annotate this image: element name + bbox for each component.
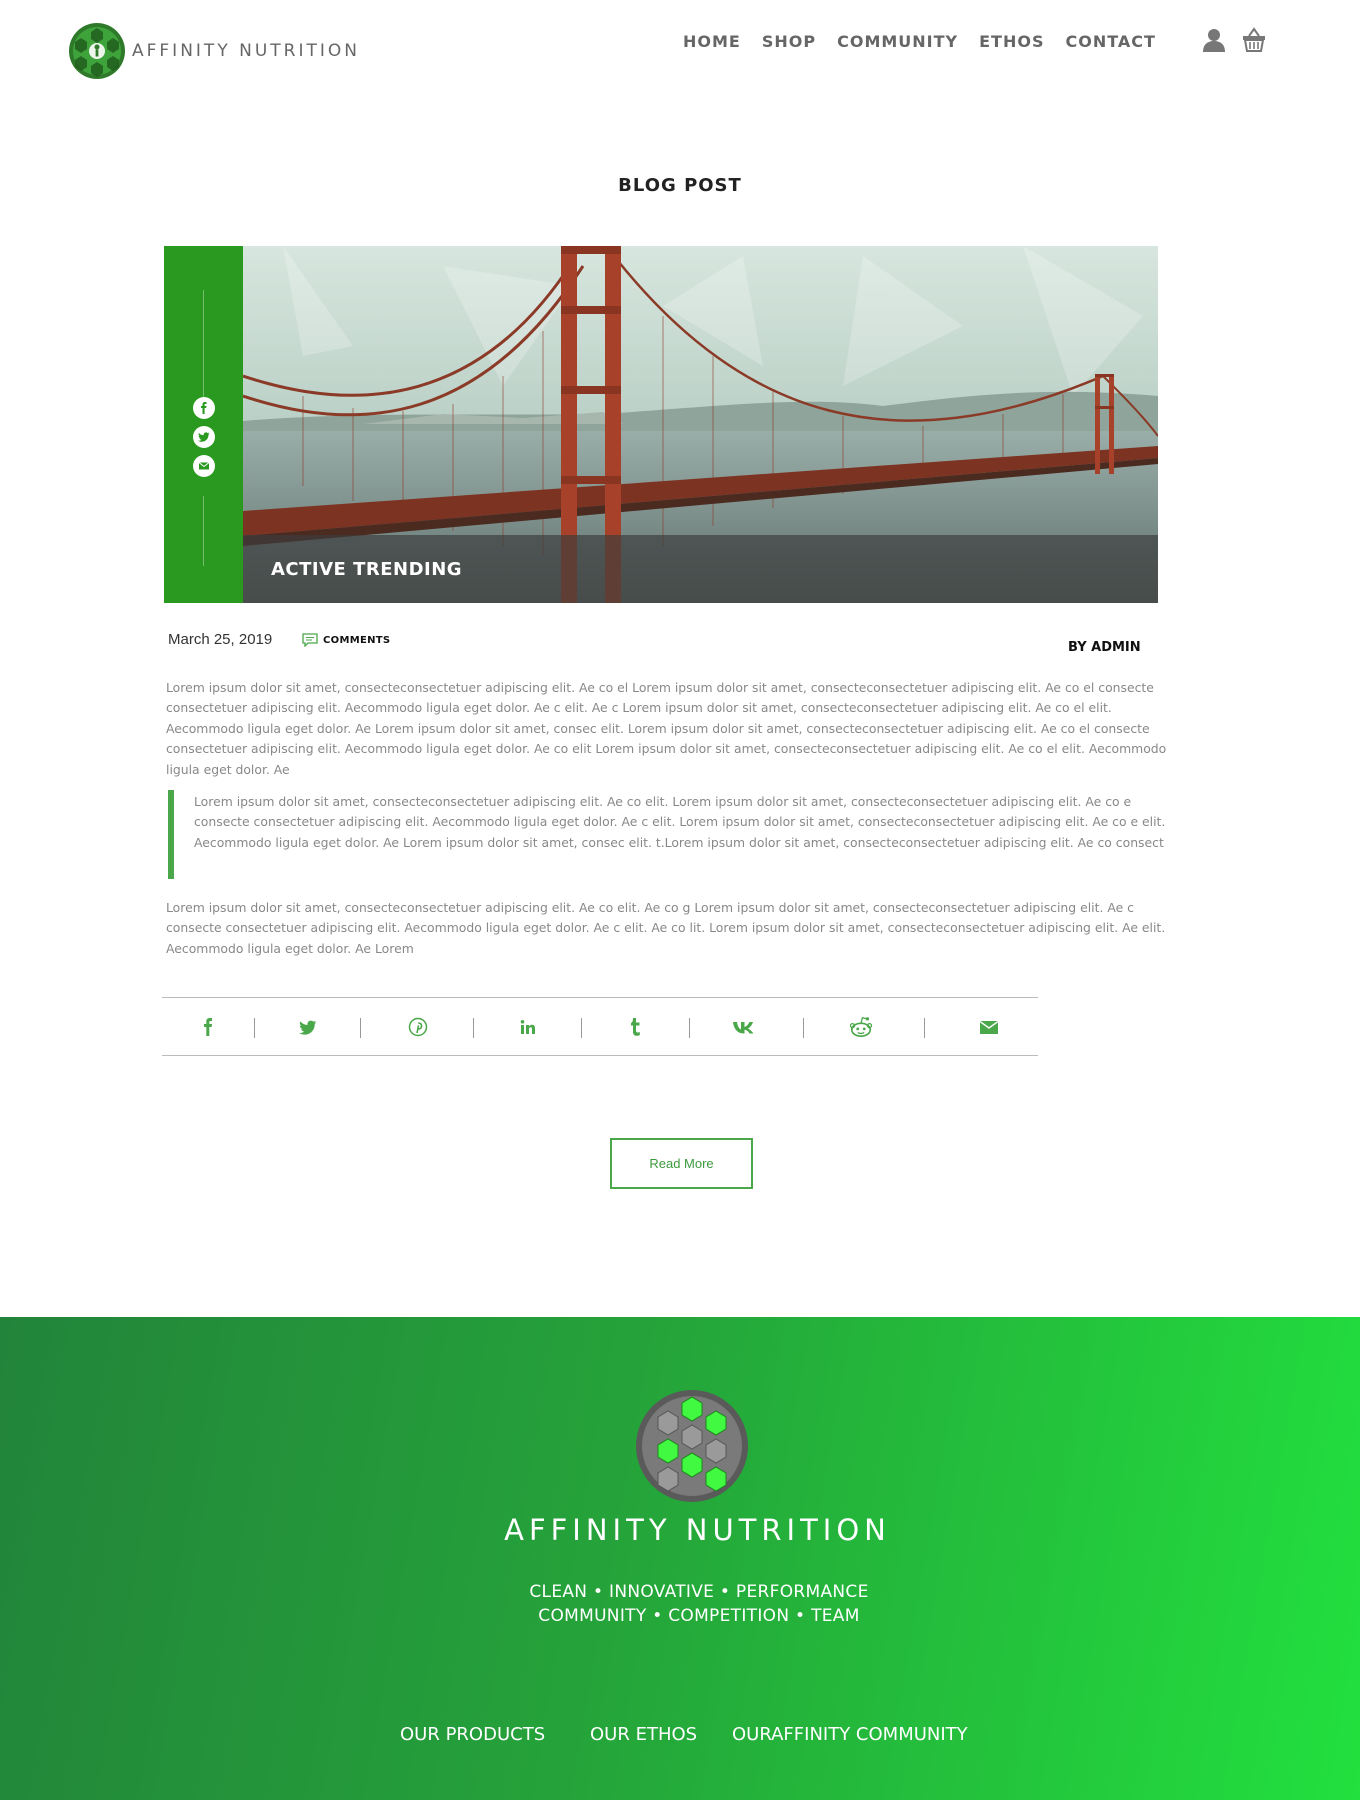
read-more-button[interactable]: Read More <box>610 1138 753 1189</box>
post-paragraph-1: Lorem ipsum dolor sit amet, consectecons… <box>166 680 1167 777</box>
email-icon[interactable] <box>977 1015 1001 1039</box>
twitter-icon[interactable] <box>193 426 215 448</box>
post-paragraph-3: Lorem ipsum dolor sit amet, consectecons… <box>166 900 1166 956</box>
hero-caption-title[interactable]: ACTIVE TRENDING <box>271 559 462 580</box>
email-icon[interactable] <box>193 455 215 477</box>
post-date: March 25, 2019 <box>168 631 273 648</box>
share-divider <box>360 1018 361 1038</box>
footer-brand-name: AFFINITY NUTRITION <box>504 1513 891 1547</box>
share-bar <box>162 997 1038 1056</box>
facebook-icon[interactable] <box>193 397 215 419</box>
footer-link-ethos[interactable]: OUR ETHOS <box>590 1724 697 1745</box>
vk-icon[interactable] <box>732 1015 756 1039</box>
main-nav: HOME SHOP COMMUNITY ETHOS CONTACT <box>683 32 1177 51</box>
logo-sphere-icon[interactable] <box>633 1387 751 1505</box>
reddit-icon[interactable] <box>849 1015 873 1039</box>
blockquote-bar <box>168 790 174 879</box>
site-footer: AFFINITY NUTRITION CLEAN • INNOVATIVE • … <box>0 1317 1360 1800</box>
facebook-icon[interactable] <box>196 1015 220 1039</box>
post-hero: ACTIVE TRENDING <box>164 246 1158 603</box>
page-title: BLOG POST <box>618 175 742 196</box>
site-header: AFFINITY NUTRITION HOME SHOP COMMUNITY E… <box>0 0 1360 100</box>
hero-caption-bar: ACTIVE TRENDING <box>243 535 1158 603</box>
footer-link-community[interactable]: OURAFFINITY COMMUNITY <box>732 1724 968 1745</box>
nav-community[interactable]: COMMUNITY <box>837 32 958 51</box>
tumblr-icon[interactable] <box>623 1015 647 1039</box>
share-rail <box>164 246 243 603</box>
pinterest-icon[interactable] <box>406 1015 430 1039</box>
twitter-icon[interactable] <box>296 1015 320 1039</box>
linkedin-icon[interactable] <box>516 1015 540 1039</box>
share-divider <box>689 1018 690 1038</box>
post-blockquote: Lorem ipsum dolor sit amet, consectecons… <box>194 794 1166 850</box>
nav-ethos[interactable]: ETHOS <box>979 32 1044 51</box>
footer-tagline-2: COMMUNITY • COMPETITION • TEAM <box>538 1606 860 1626</box>
footer-link-products[interactable]: OUR PRODUCTS <box>400 1724 545 1745</box>
comments-label: COMMENTS <box>323 634 391 646</box>
nav-contact[interactable]: CONTACT <box>1065 32 1155 51</box>
nav-shop[interactable]: SHOP <box>762 32 816 51</box>
rail-divider <box>203 496 204 566</box>
share-divider <box>581 1018 582 1038</box>
nav-home[interactable]: HOME <box>683 32 741 51</box>
share-divider <box>803 1018 804 1038</box>
comments-link[interactable]: COMMENTS <box>302 633 390 647</box>
site-logo[interactable]: AFFINITY NUTRITION <box>68 22 360 80</box>
comment-icon <box>302 633 318 647</box>
logo-sphere-icon <box>69 23 125 79</box>
user-icon[interactable] <box>1200 26 1228 54</box>
brand-name: AFFINITY NUTRITION <box>132 41 360 61</box>
basket-icon[interactable] <box>1240 26 1268 54</box>
share-divider <box>254 1018 255 1038</box>
rail-divider <box>203 290 204 400</box>
footer-tagline-1: CLEAN • INNOVATIVE • PERFORMANCE <box>529 1582 869 1602</box>
share-divider <box>924 1018 925 1038</box>
post-author[interactable]: BY ADMIN <box>1068 640 1141 655</box>
share-divider <box>473 1018 474 1038</box>
